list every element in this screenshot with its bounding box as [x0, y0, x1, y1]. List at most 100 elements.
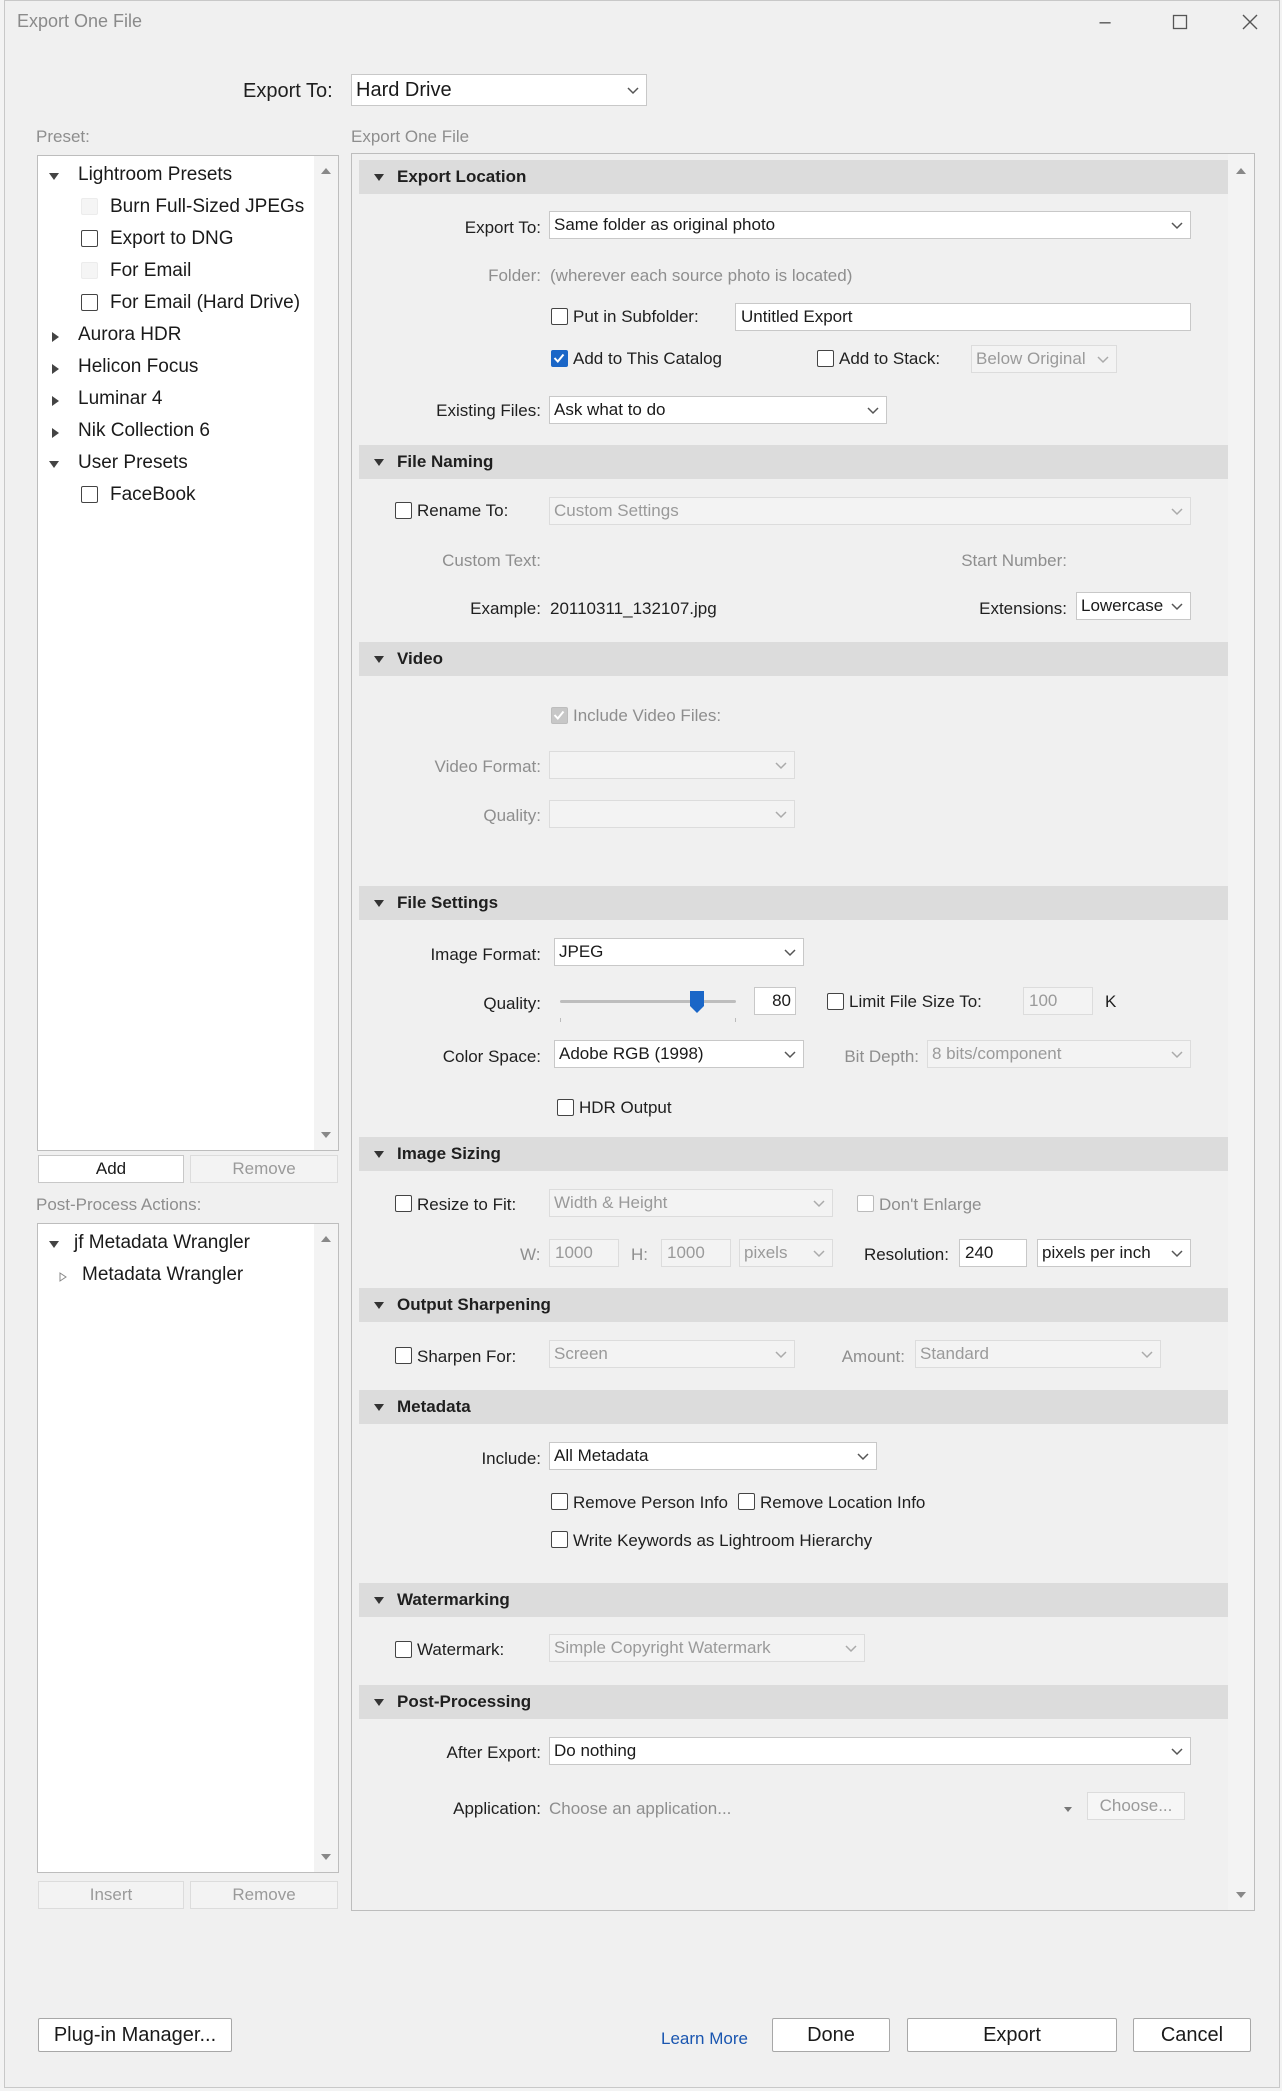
post-process-list[interactable]: jf Metadata Wrangler Metadata Wrangler [37, 1223, 339, 1873]
resize-checkbox[interactable] [395, 1195, 412, 1212]
scroll-down-icon[interactable] [319, 1128, 333, 1142]
remove-preset-button[interactable]: Remove [190, 1155, 338, 1183]
rename-checkbox[interactable] [395, 502, 412, 519]
preset-group-nik[interactable]: Nik Collection 6 [78, 420, 210, 442]
width-input[interactable]: 1000 [549, 1239, 619, 1267]
extensions-select[interactable]: Lowercase [1076, 592, 1191, 620]
metadata-include-select[interactable]: All Metadata [549, 1442, 877, 1470]
scroll-up-icon[interactable] [1234, 164, 1248, 178]
disclosure-triangle-icon [373, 455, 385, 473]
section-metadata[interactable]: Metadata [359, 1390, 1228, 1424]
resolution-input[interactable]: 240 [959, 1239, 1027, 1267]
preset-item-facebook[interactable]: FaceBook [110, 484, 196, 506]
preset-item-dng[interactable]: Export to DNG [110, 228, 234, 250]
post-process-group[interactable]: jf Metadata Wrangler [74, 1232, 250, 1254]
section-export-location[interactable]: Export Location [359, 160, 1228, 194]
post-process-item[interactable]: Metadata Wrangler [82, 1264, 243, 1286]
disclosure-triangle-icon[interactable] [48, 457, 60, 475]
preset-scrollbar[interactable] [314, 156, 338, 1150]
subfolder-checkbox[interactable] [551, 308, 568, 325]
section-file-naming[interactable]: File Naming [359, 445, 1228, 479]
disclosure-triangle-icon[interactable] [49, 394, 61, 412]
preset-list[interactable]: Lightroom Presets Burn Full-Sized JPEGs … [37, 155, 339, 1151]
add-stack-checkbox[interactable] [817, 350, 834, 367]
size-unit-select[interactable]: pixels [739, 1239, 833, 1267]
section-watermarking[interactable]: Watermarking [359, 1583, 1228, 1617]
add-catalog-checkbox[interactable] [551, 350, 568, 367]
section-file-settings[interactable]: File Settings [359, 886, 1228, 920]
section-video[interactable]: Video [359, 642, 1228, 676]
close-icon[interactable] [1230, 7, 1270, 37]
disclosure-triangle-icon[interactable] [49, 330, 61, 348]
post-process-scrollbar[interactable] [314, 1224, 338, 1872]
include-video-checkbox[interactable] [551, 707, 568, 724]
choose-application-button[interactable]: Choose... [1087, 1792, 1185, 1820]
disclosure-triangle-icon[interactable] [48, 1237, 60, 1255]
image-format-select[interactable]: JPEG [554, 938, 804, 966]
resolution-unit-select[interactable]: pixels per inch [1037, 1239, 1191, 1267]
video-quality-select[interactable] [549, 800, 795, 828]
remove-location-checkbox[interactable] [738, 1493, 755, 1510]
amount-select[interactable]: Standard [915, 1340, 1161, 1368]
preset-group-user[interactable]: User Presets [78, 452, 188, 474]
done-button[interactable]: Done [772, 2018, 890, 2052]
preset-checkbox-dng[interactable] [81, 230, 98, 247]
disclosure-triangle-icon[interactable] [49, 426, 61, 444]
limit-size-checkbox[interactable] [827, 993, 844, 1010]
rename-select[interactable]: Custom Settings [549, 497, 1191, 525]
quality-slider[interactable] [560, 991, 736, 1022]
existing-files-select[interactable]: Ask what to do [549, 396, 887, 424]
remove-person-checkbox[interactable] [551, 1493, 568, 1510]
remove-action-button[interactable]: Remove [190, 1881, 338, 1909]
height-input[interactable]: 1000 [661, 1239, 731, 1267]
bit-depth-select[interactable]: 8 bits/component [927, 1040, 1191, 1068]
preset-group-aurora[interactable]: Aurora HDR [78, 324, 181, 346]
preset-checkbox-email-hd[interactable] [81, 294, 98, 311]
sharpen-checkbox[interactable] [395, 1347, 412, 1364]
watermark-select[interactable]: Simple Copyright Watermark [549, 1634, 865, 1662]
scroll-up-icon[interactable] [319, 1232, 333, 1246]
disclosure-triangle-icon[interactable] [49, 362, 61, 380]
preset-group-lightroom[interactable]: Lightroom Presets [78, 164, 232, 186]
subfolder-input[interactable]: Untitled Export [735, 303, 1191, 331]
section-output-sharpening[interactable]: Output Sharpening [359, 1288, 1228, 1322]
quality-input[interactable]: 80 [754, 987, 796, 1015]
export-to-select[interactable]: Hard Drive [351, 74, 647, 106]
scroll-down-icon[interactable] [319, 1850, 333, 1864]
quality-slider-thumb[interactable] [690, 991, 704, 1013]
limit-size-input[interactable]: 100 [1023, 987, 1093, 1015]
preset-item-burn[interactable]: Burn Full-Sized JPEGs [110, 196, 304, 218]
dont-enlarge-checkbox[interactable] [857, 1195, 874, 1212]
preset-checkbox-facebook[interactable] [81, 486, 98, 503]
color-space-select[interactable]: Adobe RGB (1998) [554, 1040, 804, 1068]
application-select[interactable]: Choose an application... [549, 1793, 1079, 1821]
sharpen-select[interactable]: Screen [549, 1340, 795, 1368]
watermark-checkbox[interactable] [395, 1641, 412, 1658]
hdr-output-checkbox[interactable] [557, 1099, 574, 1116]
plugin-manager-button[interactable]: Plug-in Manager... [38, 2018, 232, 2052]
scroll-down-icon[interactable] [1234, 1888, 1248, 1902]
preset-item-email[interactable]: For Email [110, 260, 191, 282]
section-post-processing[interactable]: Post-Processing [359, 1685, 1228, 1719]
preset-group-luminar[interactable]: Luminar 4 [78, 388, 163, 410]
export-location-select[interactable]: Same folder as original photo [549, 211, 1191, 239]
settings-scrollbar[interactable] [1228, 154, 1254, 1910]
scroll-up-icon[interactable] [319, 164, 333, 178]
maximize-icon[interactable] [1160, 7, 1200, 37]
export-button[interactable]: Export [907, 2018, 1117, 2052]
add-preset-button[interactable]: Add [38, 1155, 184, 1183]
stack-position-select[interactable]: Below Original [971, 345, 1117, 373]
preset-group-helicon[interactable]: Helicon Focus [78, 356, 198, 378]
insert-action-button[interactable]: Insert [38, 1881, 184, 1909]
section-image-sizing[interactable]: Image Sizing [359, 1137, 1228, 1171]
write-keywords-checkbox[interactable] [551, 1531, 568, 1548]
preset-item-email-hd[interactable]: For Email (Hard Drive) [110, 292, 300, 314]
disclosure-triangle-icon[interactable] [48, 169, 60, 187]
minimize-icon[interactable]: – [1085, 7, 1125, 37]
cancel-button[interactable]: Cancel [1133, 2018, 1251, 2052]
after-export-select[interactable]: Do nothing [549, 1737, 1191, 1765]
video-format-select[interactable] [549, 751, 795, 779]
metadata-include-label: Include: [481, 1449, 541, 1468]
learn-more-link[interactable]: Learn More [661, 2029, 748, 2049]
resize-select[interactable]: Width & Height [549, 1189, 833, 1217]
